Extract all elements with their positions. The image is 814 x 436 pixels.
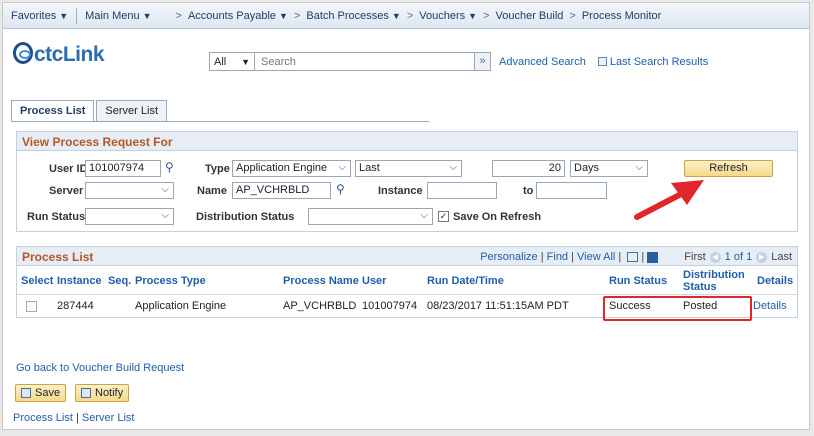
find-link[interactable]: Find xyxy=(547,251,568,263)
page-range: 1 of 1 xyxy=(724,251,753,263)
cell-process-name: AP_VCHRBLD xyxy=(283,300,357,312)
footer-link-separator: | xyxy=(75,412,79,424)
column-header-select: Select xyxy=(21,275,54,287)
cell-run-datetime: 08/23/2017 11:51:15AM PDT xyxy=(427,300,569,312)
personalize-link[interactable]: Personalize xyxy=(480,251,537,263)
process-monitor-window: Favorites ▼ Main Menu ▼ > Accounts Payable… xyxy=(2,2,810,430)
grid-header: Process List Personalize | Find | View A… xyxy=(17,247,797,266)
first-label: First xyxy=(684,251,706,263)
cell-process-type: Application Engine xyxy=(135,300,227,312)
footer-server-list-link[interactable]: Server List xyxy=(82,412,135,424)
column-header-details: Details xyxy=(757,275,794,287)
toolbar-separator: | xyxy=(537,251,547,263)
column-header-process-type[interactable]: Process Type xyxy=(135,267,206,295)
cell-user: 101007974 xyxy=(362,300,418,312)
grid-column-headers: Select Instance Seq. Process Type Proces… xyxy=(17,267,797,295)
column-header-user[interactable]: User xyxy=(362,267,386,295)
column-header-seq[interactable]: Seq. xyxy=(108,267,131,295)
zoom-grid-icon[interactable] xyxy=(627,252,639,262)
footer-process-list-link[interactable]: Process List xyxy=(13,412,73,424)
toolbar-separator: | xyxy=(615,251,625,263)
toolbar-separator: | xyxy=(568,251,578,263)
footer-links: Process List | Server List xyxy=(13,412,134,424)
column-header-process-name[interactable]: Process Name xyxy=(283,267,359,295)
save-button[interactable]: Save xyxy=(15,384,67,402)
column-header-run-status[interactable]: Run Status xyxy=(609,267,667,295)
last-label: Last xyxy=(771,251,792,263)
row-select-checkbox[interactable] xyxy=(26,301,37,312)
notify-icon xyxy=(81,388,91,398)
grid-toolbar: Personalize | Find | View All | | First … xyxy=(480,251,792,263)
next-page-icon[interactable]: ▶ xyxy=(756,251,768,263)
previous-page-icon[interactable]: ◀ xyxy=(709,251,721,263)
notify-button[interactable]: Notify xyxy=(75,384,130,402)
save-icon xyxy=(21,388,31,398)
column-header-run-datetime[interactable]: Run Date/Time xyxy=(427,267,504,295)
back-to-voucher-build-link[interactable]: Go back to Voucher Build Request xyxy=(16,362,184,374)
grid-title: Process List xyxy=(22,250,94,264)
view-all-link[interactable]: View All xyxy=(577,251,615,263)
details-link[interactable]: Details xyxy=(753,296,787,316)
download-spreadsheet-icon[interactable] xyxy=(647,251,659,263)
column-header-instance[interactable]: Instance xyxy=(57,267,102,295)
column-header-distribution-status[interactable]: Distribution Status xyxy=(683,267,749,295)
cell-instance: 287444 xyxy=(57,300,94,312)
status-highlight-box xyxy=(603,296,752,321)
